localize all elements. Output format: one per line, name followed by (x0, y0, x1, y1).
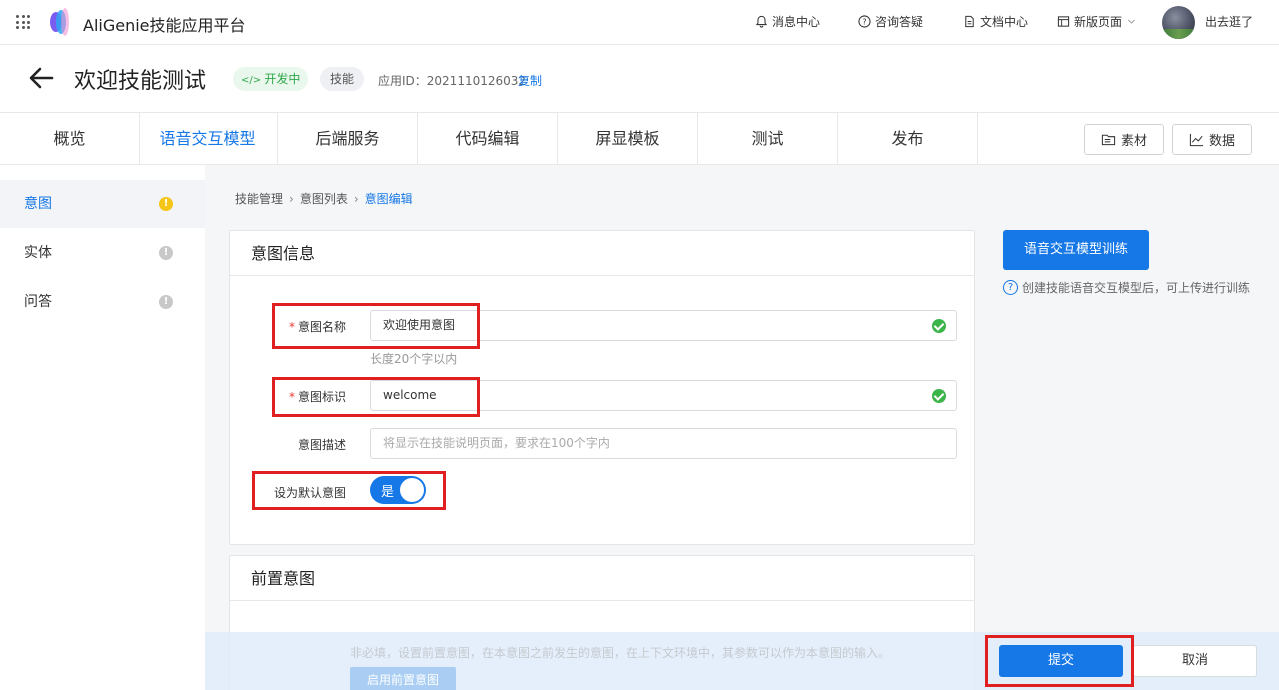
aligenie-logo (50, 8, 69, 36)
warning-icon: ! (159, 197, 173, 211)
code-icon: </> (241, 75, 265, 86)
docs-label: 文档中心 (980, 15, 1029, 29)
username[interactable]: 出去逛了 (1205, 13, 1253, 30)
intent-sidebar: 意图 ! 实体 ! 问答 ! (0, 165, 205, 690)
line-chart-icon (1189, 133, 1204, 147)
question-circle-icon: ? (1003, 280, 1018, 295)
folder-icon (1101, 134, 1116, 146)
sidebar-item-label: 意图 (24, 196, 52, 212)
data-label: 数据 (1208, 134, 1235, 149)
copy-app-id-link[interactable]: 复制 (518, 72, 542, 89)
intent-name-input[interactable]: 欢迎使用意图 (370, 310, 957, 341)
message-center-label: 消息中心 (772, 15, 821, 29)
new-page-toggle[interactable]: 新版页面 (1057, 13, 1137, 30)
intent-name-value: 欢迎使用意图 (383, 318, 456, 332)
default-intent-label: 设为默认意图 (273, 486, 346, 500)
new-page-label: 新版页面 (1074, 15, 1123, 29)
intent-name-label: * 意图名称 (280, 318, 346, 335)
document-icon (965, 15, 974, 28)
svg-text:?: ? (862, 17, 866, 26)
app-id-label: 应用ID： (378, 74, 427, 88)
question-circle-icon: ? (858, 15, 871, 28)
intent-id-input[interactable]: welcome (370, 380, 957, 411)
data-button[interactable]: 数据 (1172, 124, 1252, 155)
sidebar-item-label: 实体 (24, 245, 52, 261)
check-circle-icon (932, 389, 946, 403)
skill-title: 欢迎技能测试 (74, 69, 207, 94)
main-tabs: 概览 语音交互模型 后端服务 代码编辑 屏显模板 测试 发布 素材 数据 (0, 112, 1279, 165)
tab-backend[interactable]: 后端服务 (278, 113, 418, 165)
materials-label: 素材 (1120, 134, 1147, 149)
intent-name-hint: 长度20个字以内 (370, 352, 458, 366)
intent-info-title: 意图信息 (230, 231, 974, 276)
user-avatar[interactable] (1162, 6, 1195, 39)
app-id-value: 2021110126032 (426, 74, 527, 88)
top-bar: AliGenie技能应用平台 消息中心 ? 咨询答疑 文档中心 新版页面 出去逛… (0, 0, 1279, 45)
intent-desc-label: 意图描述 (297, 438, 346, 452)
cancel-button[interactable]: 取消 (1133, 645, 1257, 677)
tab-voice-model[interactable]: 语音交互模型 (138, 113, 278, 165)
default-intent-toggle[interactable]: 是 (370, 476, 426, 504)
app-id: 应用ID：2021110126032 (378, 72, 526, 89)
enable-pre-intent-button[interactable]: 启用前置意图 (350, 667, 456, 690)
chevron-down-icon (1128, 19, 1135, 24)
tab-code-edit[interactable]: 代码编辑 (418, 113, 558, 165)
status-text: 开发中 (264, 72, 301, 86)
breadcrumb-intent-list[interactable]: 意图列表 (300, 190, 348, 207)
breadcrumb-skill-management[interactable]: 技能管理 (235, 190, 283, 207)
layout-icon (1057, 16, 1070, 27)
skill-header: 欢迎技能测试 </> 开发中 技能 应用ID：2021110126032 复制 (0, 45, 1279, 112)
required-mark: * (288, 390, 295, 404)
skill-type-badge: 技能 (320, 67, 365, 91)
sidebar-item-entity[interactable]: 实体 ! (0, 229, 205, 277)
sidebar-item-qa[interactable]: 问答 ! (0, 278, 205, 326)
check-circle-icon (932, 319, 946, 333)
tab-screen-template[interactable]: 屏显模板 (558, 113, 698, 165)
sidebar-item-label: 问答 (24, 294, 52, 310)
required-mark: * (288, 320, 295, 334)
status-badge: </> 开发中 (233, 67, 309, 91)
intent-desc-placeholder: 将显示在技能说明页面，要求在100个字内 (383, 436, 610, 450)
intent-desc-input[interactable]: 将显示在技能说明页面，要求在100个字内 (370, 428, 957, 459)
breadcrumb: 技能管理 › 意图列表 › 意图编辑 (235, 190, 413, 207)
consult-label: 咨询答疑 (875, 15, 924, 29)
back-arrow-icon[interactable] (28, 66, 54, 90)
pre-intent-title: 前置意图 (230, 556, 974, 601)
info-icon: ! (159, 295, 173, 309)
toggle-text: 是 (381, 485, 395, 500)
intent-id-label-text: 意图标识 (297, 390, 346, 404)
tab-overview[interactable]: 概览 (0, 113, 140, 165)
consult-link[interactable]: ? 咨询答疑 (858, 13, 923, 30)
sidebar-item-intent[interactable]: 意图 ! (0, 180, 205, 228)
docs-link[interactable]: 文档中心 (963, 13, 1028, 30)
tab-test[interactable]: 测试 (698, 113, 838, 165)
submit-button[interactable]: 提交 (999, 645, 1123, 677)
chevron-right-icon: › (353, 191, 359, 206)
intent-id-label: * 意图标识 (280, 388, 346, 405)
breadcrumb-intent-edit: 意图编辑 (364, 192, 413, 206)
intent-name-label-text: 意图名称 (297, 320, 346, 334)
pre-intent-hint: 非必填，设置前置意图，在本意图之前发生的意图，在上下文环境中，其参数可以作为本意… (350, 646, 891, 660)
train-model-button[interactable]: 语音交互模型训练 (1003, 230, 1149, 270)
app-grid-icon[interactable] (16, 15, 30, 29)
info-icon: ! (159, 246, 173, 260)
app-title: AliGenie技能应用平台 (83, 16, 246, 35)
bell-icon (755, 15, 768, 28)
train-tip: ? 创建技能语音交互模型后，可上传进行训练 (1003, 279, 1250, 296)
materials-button[interactable]: 素材 (1084, 124, 1164, 155)
toggle-knob (400, 478, 424, 502)
train-tip-text: 创建技能语音交互模型后，可上传进行训练 (1022, 281, 1251, 295)
intent-id-value: welcome (383, 388, 437, 402)
tab-publish[interactable]: 发布 (838, 113, 978, 165)
chevron-right-icon: › (289, 191, 294, 206)
message-center-link[interactable]: 消息中心 (755, 13, 820, 30)
